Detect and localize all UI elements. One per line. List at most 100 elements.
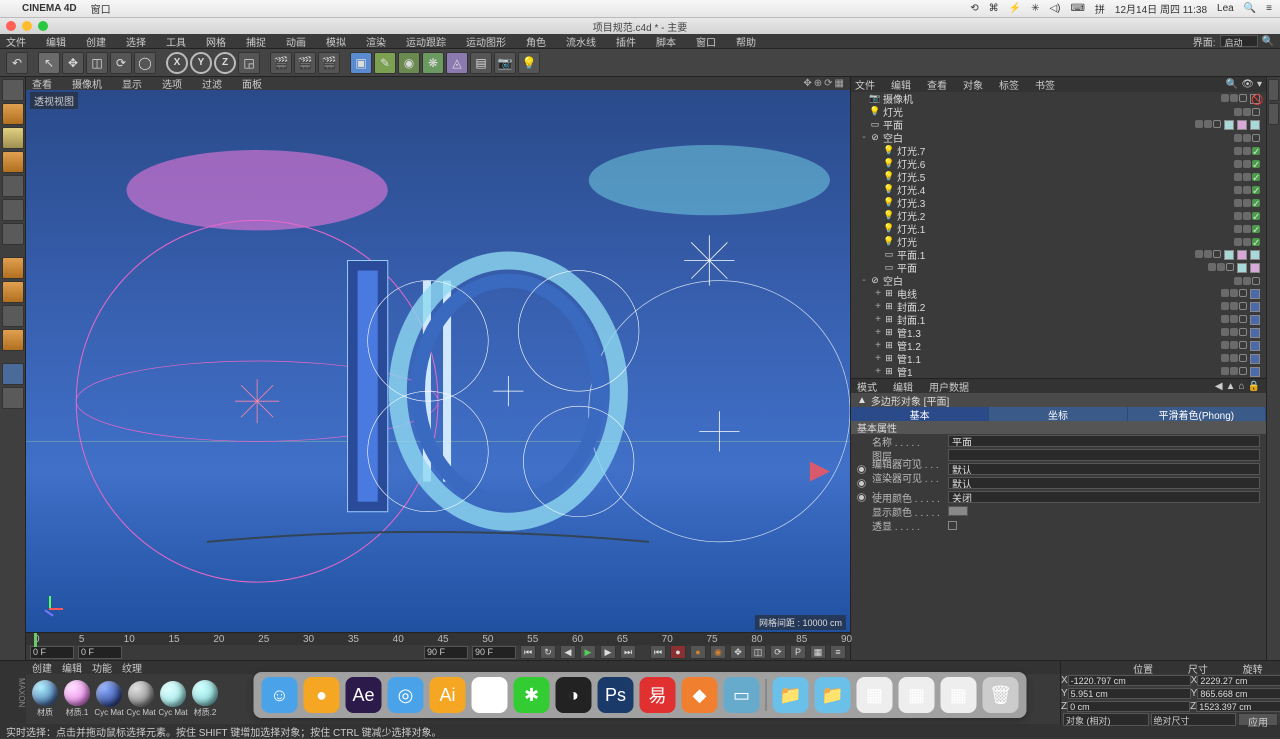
point-mode-button[interactable] — [2, 175, 24, 197]
dock-app-icon[interactable]: Ps — [598, 677, 634, 713]
object-row[interactable]: 📷 摄像机 🚫 — [851, 92, 1266, 105]
play-button[interactable]: ▶ — [580, 645, 596, 659]
om-search-icon[interactable]: 🔍 — [1226, 79, 1238, 90]
status-item[interactable]: ⌨ — [1070, 3, 1084, 14]
dock-app-icon[interactable]: ◑ — [556, 677, 592, 713]
dock-app-icon[interactable]: ▦ — [941, 677, 977, 713]
viewport-zoom-icon[interactable]: ⊕ — [814, 78, 822, 89]
dock-app-icon[interactable]: 易 — [640, 677, 676, 713]
material-swatch[interactable]: Cyc Mat — [158, 681, 188, 717]
zoom-icon[interactable] — [38, 21, 48, 31]
snap-button[interactable] — [2, 281, 24, 303]
pen-tool-button[interactable]: ✎ — [374, 52, 396, 74]
checkbox[interactable] — [948, 521, 957, 530]
y-axis-toggle[interactable]: Y — [190, 52, 212, 74]
dock-app-icon[interactable]: ◎ — [388, 677, 424, 713]
status-item[interactable]: 12月14日 周四 11:38 — [1115, 1, 1207, 16]
polygon-mode-button[interactable] — [2, 223, 24, 245]
rot-key-button[interactable]: ⟳ — [770, 645, 786, 659]
tree-toggle-icon[interactable]: + — [873, 327, 883, 338]
scale-tool[interactable]: ◫ — [86, 52, 108, 74]
mac-menu-window[interactable]: 窗口 — [91, 1, 111, 16]
range-start-field[interactable] — [30, 646, 74, 659]
x-axis-toggle[interactable]: X — [166, 52, 188, 74]
status-item[interactable]: ≡ — [1266, 3, 1272, 14]
material-swatch[interactable]: 材质 — [30, 680, 60, 718]
render-region-button[interactable]: 🎬 — [294, 52, 316, 74]
mat-menu-item[interactable]: 纹理 — [122, 660, 142, 675]
dock-app-icon[interactable]: 📁 — [773, 677, 809, 713]
z-axis-toggle[interactable]: Z — [214, 52, 236, 74]
perspective-viewport[interactable]: 透视视图 — [26, 90, 850, 632]
om-menu-item[interactable]: 文件 — [855, 77, 875, 92]
size-field[interactable] — [1196, 701, 1280, 712]
attr-input[interactable] — [948, 463, 1260, 475]
status-item[interactable]: ⟲ — [970, 3, 978, 14]
menu-item[interactable]: 运动跟踪 — [406, 34, 446, 49]
dock-app-icon[interactable]: ▦ — [857, 677, 893, 713]
attr-back-icon[interactable]: ◀ — [1215, 381, 1223, 392]
menu-item[interactable]: 文件 — [6, 34, 26, 49]
attr-menu-item[interactable]: 编辑 — [893, 379, 913, 394]
attr-input[interactable] — [948, 435, 1260, 447]
search-icon[interactable]: 🔍 — [1262, 36, 1274, 47]
goto-start-button[interactable]: ⏮ — [520, 645, 536, 659]
dopesheet-button[interactable]: ▦ — [810, 645, 826, 659]
viewport-solo-button[interactable] — [2, 363, 24, 385]
view-menu-item[interactable]: 过滤 — [202, 76, 222, 91]
dock-app-icon[interactable]: ✱ — [514, 677, 550, 713]
attr-tab[interactable]: 基本 — [851, 407, 989, 421]
tree-toggle-icon[interactable]: + — [873, 301, 883, 312]
coord-system-button[interactable]: ◲ — [238, 52, 260, 74]
soft-select-button[interactable] — [2, 305, 24, 327]
scale-key-button[interactable]: ◫ — [750, 645, 766, 659]
tree-toggle-icon[interactable]: - — [859, 275, 869, 286]
xray-button[interactable] — [2, 387, 24, 409]
menu-item[interactable]: 模拟 — [326, 34, 346, 49]
model-mode-button[interactable] — [2, 103, 24, 125]
goto-end-button[interactable]: ⏭ — [620, 645, 636, 659]
object-row[interactable]: 💡 灯光 — [851, 105, 1266, 118]
menu-item[interactable]: 脚本 — [656, 34, 676, 49]
next-frame-button[interactable]: ▶ — [600, 645, 616, 659]
content-browser-button[interactable] — [1268, 79, 1279, 101]
dock-app-icon[interactable]: Ai — [430, 677, 466, 713]
dock-app-icon[interactable]: ◐ — [472, 677, 508, 713]
deformer-button[interactable]: ◬ — [446, 52, 468, 74]
tree-toggle-icon[interactable]: + — [873, 288, 883, 299]
rotate-tool[interactable]: ⟳ — [110, 52, 132, 74]
om-menu-item[interactable]: 编辑 — [891, 77, 911, 92]
object-row[interactable]: ▭ 平面 — [851, 261, 1266, 274]
object-row[interactable]: + ⊞ 管1 — [851, 365, 1266, 378]
menu-item[interactable]: 捕捉 — [246, 34, 266, 49]
attr-input[interactable] — [948, 477, 1260, 489]
view-menu-item[interactable]: 选项 — [162, 76, 182, 91]
dock-app-icon[interactable]: ☺ — [262, 677, 298, 713]
minimize-icon[interactable] — [22, 21, 32, 31]
dock-app-icon[interactable]: 🗑 — [983, 677, 1019, 713]
object-name[interactable]: 管1 — [897, 364, 913, 378]
current-frame-field[interactable] — [78, 646, 122, 659]
attr-tab[interactable]: 平滑着色(Phong) — [1128, 407, 1266, 421]
status-item[interactable]: 🔍 — [1244, 3, 1256, 14]
view-menu-item[interactable]: 摄像机 — [72, 76, 102, 91]
size-field[interactable] — [1197, 688, 1280, 699]
environment-button[interactable]: ▤ — [470, 52, 492, 74]
light-button[interactable]: 💡 — [518, 52, 540, 74]
viewport-nav-icon[interactable]: ✥ — [803, 78, 811, 89]
select-tool[interactable]: ↖ — [38, 52, 60, 74]
view-menu-item[interactable]: 显示 — [122, 76, 142, 91]
dock-app-icon[interactable]: 📁 — [815, 677, 851, 713]
menu-item[interactable]: 创建 — [86, 34, 106, 49]
dock-app-icon[interactable]: Ae — [346, 677, 382, 713]
edge-mode-button[interactable] — [2, 199, 24, 221]
param-key-button[interactable]: P — [790, 645, 806, 659]
total-frames-field[interactable] — [472, 646, 516, 659]
app-name[interactable]: CINEMA 4D — [22, 3, 77, 14]
timeline-ruler[interactable]: 051015202530354045505560657075808590 — [26, 633, 850, 645]
object-row[interactable]: + ⊞ 管1.1 — [851, 352, 1266, 365]
generator-button[interactable]: ❋ — [422, 52, 444, 74]
om-menu-item[interactable]: 查看 — [927, 77, 947, 92]
move-tool[interactable]: ✥ — [62, 52, 84, 74]
om-menu-item[interactable]: 标签 — [999, 77, 1019, 92]
